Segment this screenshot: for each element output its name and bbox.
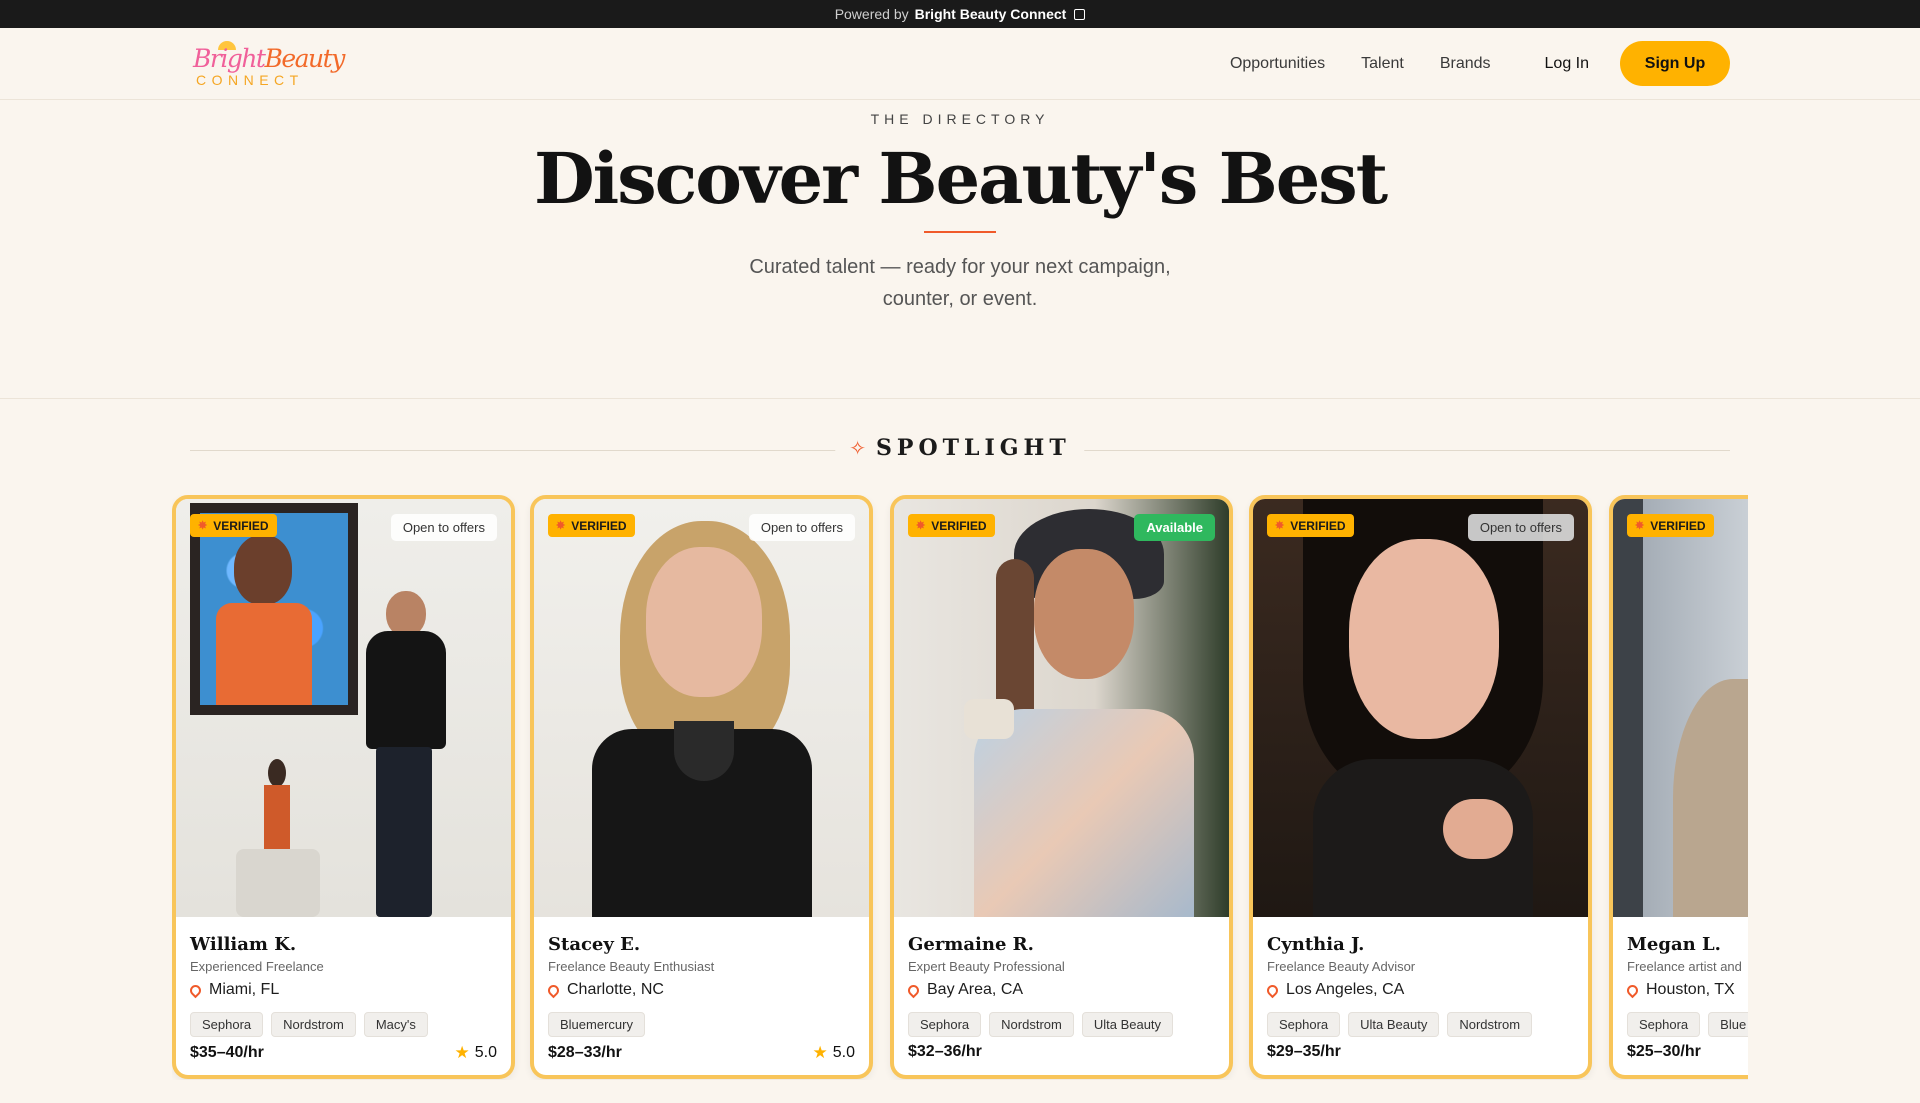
powered-by-brand-link[interactable]: Bright Beauty Connect: [915, 6, 1067, 22]
talent-photo: [176, 499, 511, 917]
rating-value: 5.0: [474, 1044, 497, 1061]
location-pin-icon: [1624, 982, 1641, 998]
hero-eyebrow: THE DIRECTORY: [870, 111, 1050, 127]
main-nav: BrightBeauty CONNECT Opportunities Talen…: [0, 28, 1920, 100]
talent-photo: [894, 499, 1229, 917]
verified-badge: ✸ VERIFIED: [1627, 514, 1714, 537]
hero-subtitle-line-2: counter, or event.: [882, 288, 1038, 310]
brand-tag: Ulta Beauty: [1348, 1012, 1440, 1037]
talent-location: Bay Area, CA: [927, 981, 1024, 998]
brand-tag: Blue: [1708, 1012, 1748, 1037]
talent-name[interactable]: Cynthia J.: [1267, 934, 1574, 955]
verified-badge-label: VERIFIED: [571, 518, 627, 533]
talent-name[interactable]: Germaine R.: [908, 934, 1215, 955]
nav-opportunities[interactable]: Opportunities: [1230, 55, 1325, 73]
talent-name[interactable]: Stacey E.: [548, 934, 855, 955]
talent-rate: $28–33/hr: [548, 1044, 622, 1061]
location-pin-icon: [187, 982, 204, 998]
verified-star-icon: ✸: [1635, 520, 1645, 532]
nav-talent[interactable]: Talent: [1361, 55, 1404, 73]
talent-photo: [1253, 499, 1588, 917]
hero-subtitle: Curated talent — ready for your next cam…: [0, 251, 1920, 315]
verified-star-icon: ✸: [556, 520, 566, 532]
location-pin-icon: [545, 982, 562, 998]
brand-tag: Nordstrom: [1447, 1012, 1533, 1037]
spotlight-header: ✧ SPOTLIGHT: [0, 399, 1920, 479]
brand-tag: Sephora: [190, 1012, 264, 1037]
brand-tag: Macy's: [363, 1012, 428, 1037]
brand-tag: Nordstrom: [271, 1012, 356, 1037]
talent-role: Freelance Beauty Advisor: [1267, 959, 1416, 974]
location-pin-icon: [905, 982, 922, 998]
verified-badge-label: VERIFIED: [1290, 518, 1346, 533]
brand-tag: Nordstrom: [989, 1012, 1074, 1037]
powered-by-text: Powered by: [834, 6, 909, 22]
powered-by-bar: Powered by Bright Beauty Connect: [0, 0, 1920, 28]
verified-badge: ✸ VERIFIED: [548, 514, 635, 537]
spark-icon: ✧: [849, 437, 867, 460]
talent-card[interactable]: ✸ VERIFIED Open to offers Stacey E. Freel…: [530, 495, 873, 1079]
brand-tag: Sephora: [1267, 1012, 1341, 1037]
talent-photo: [1613, 499, 1748, 917]
talent-location: Charlotte, NC: [567, 981, 664, 998]
talent-card[interactable]: ✸ VERIFIED Open to offers William K. Expe…: [172, 495, 515, 1079]
availability-status: Open to offers: [748, 514, 855, 541]
verified-star-icon: ✸: [1275, 520, 1285, 532]
talent-location: Houston, TX: [1646, 981, 1735, 998]
brand-tag: Sephora: [908, 1012, 982, 1037]
logo-beauty-text: Beauty: [264, 43, 345, 73]
availability-status: Open to offers: [1467, 514, 1574, 541]
external-link-icon[interactable]: [1074, 8, 1086, 20]
verified-star-icon: ✸: [198, 520, 208, 532]
hero-subtitle-line-1: Curated talent — ready for your next cam…: [749, 256, 1171, 278]
title-divider: [924, 231, 996, 233]
talent-card[interactable]: ✸ VERIFIED Open to offers Cynthia J. Free…: [1249, 495, 1592, 1079]
talent-rate: $32–36/hr: [908, 1043, 982, 1060]
talent-card[interactable]: ✸ VERIFIED Available Germaine R. Expert B…: [890, 495, 1233, 1079]
logo-connect-text: CONNECT: [196, 71, 304, 88]
spotlight-label: SPOTLIGHT: [876, 435, 1071, 461]
talent-rating: ★ 5.0: [455, 1043, 498, 1063]
verified-badge-label: VERIFIED: [1650, 518, 1706, 533]
verified-badge: ✸ VERIFIED: [1267, 514, 1354, 537]
talent-role: Freelance Beauty Enthusiast: [548, 959, 715, 974]
verified-badge-label: VERIFIED: [213, 518, 269, 533]
brand-tag: Ulta Beauty: [1081, 1012, 1174, 1037]
logo[interactable]: BrightBeauty CONNECT: [190, 38, 345, 90]
verified-badge: ✸ VERIFIED: [908, 514, 995, 537]
page-title: Discover Beauty's Best: [533, 137, 1388, 220]
talent-role: Experienced Freelance: [190, 959, 324, 974]
signup-button[interactable]: Sign Up: [1620, 41, 1730, 86]
login-link[interactable]: Log In: [1545, 55, 1589, 73]
nav-brands[interactable]: Brands: [1440, 55, 1491, 73]
availability-status: Open to offers: [390, 514, 497, 541]
verified-badge: ✸ VERIFIED: [190, 514, 277, 537]
logo-bright-text: Bright: [193, 43, 266, 73]
talent-location: Miami, FL: [209, 981, 280, 998]
availability-status: Available: [1134, 514, 1215, 541]
talent-rate: $35–40/hr: [190, 1044, 264, 1061]
brand-tag: Bluemercury: [548, 1012, 645, 1037]
talent-rate: $29–35/hr: [1267, 1043, 1341, 1060]
star-icon: ★: [812, 1043, 828, 1062]
verified-star-icon: ✸: [916, 520, 926, 532]
talent-photo: [534, 499, 869, 917]
hero-section: THE DIRECTORY Discover Beauty's Best Cur…: [0, 100, 1920, 399]
talent-location: Los Angeles, CA: [1286, 981, 1405, 998]
talent-name[interactable]: Megan L.: [1627, 934, 1748, 955]
talent-role: Expert Beauty Professional: [908, 959, 1065, 974]
brand-tag: Sephora: [1627, 1012, 1701, 1037]
talent-rating: ★ 5.0: [813, 1043, 856, 1063]
talent-role: Freelance artist and: [1627, 959, 1742, 974]
talent-card[interactable]: ✸ VERIFIED Megan L. Freelance artist and …: [1609, 495, 1748, 1079]
location-pin-icon: [1264, 982, 1281, 998]
star-icon: ★: [454, 1043, 470, 1062]
talent-rate: $25–30/hr: [1627, 1043, 1701, 1060]
spotlight-carousel[interactable]: ✸ VERIFIED Open to offers William K. Expe…: [172, 495, 1748, 1080]
verified-badge-label: VERIFIED: [931, 518, 987, 533]
talent-name[interactable]: William K.: [190, 934, 497, 955]
rating-value: 5.0: [832, 1044, 855, 1061]
